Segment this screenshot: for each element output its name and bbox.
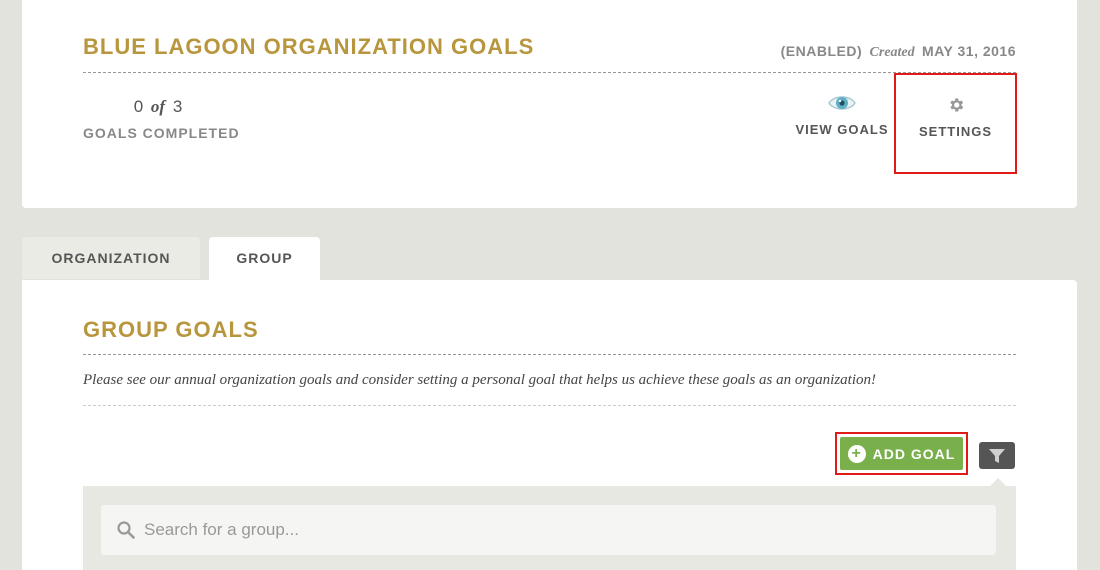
section-description: Please see our annual organization goals… <box>83 372 877 388</box>
goals-completed-label: GOALS COMPLETED <box>83 125 240 141</box>
add-goal-label: ADD GOAL <box>872 445 956 462</box>
divider <box>83 405 1016 406</box>
divider <box>83 354 1016 355</box>
filter-button[interactable] <box>979 442 1015 469</box>
gear-icon <box>949 98 963 112</box>
view-goals-label: VIEW GOALS <box>795 122 889 137</box>
plus-icon: + <box>847 444 866 463</box>
goals-completed-count: 0 of 3 <box>83 97 233 117</box>
total-count: 3 <box>172 97 183 116</box>
add-goal-highlight: + ADD GOAL <box>835 432 968 475</box>
created-meta: (ENABLED) Created MAY 31, 2016 <box>781 43 1016 61</box>
created-date: MAY 31, 2016 <box>922 43 1016 59</box>
search-input[interactable] <box>144 520 944 540</box>
created-label: Created <box>869 45 915 60</box>
add-goal-button[interactable]: + ADD GOAL <box>840 437 963 470</box>
settings-label: SETTINGS <box>918 124 992 139</box>
completed-count: 0 <box>133 97 144 116</box>
settings-button[interactable]: SETTINGS <box>894 73 1017 174</box>
divider <box>83 72 1016 73</box>
status-badge: (ENABLED) <box>780 43 863 59</box>
search-panel <box>83 486 1016 570</box>
filter-icon <box>989 448 1005 463</box>
tab-organization[interactable]: ORGANIZATION <box>22 237 200 279</box>
tab-group[interactable]: GROUP <box>209 237 320 281</box>
of-label: of <box>150 97 166 116</box>
goals-summary-card: BLUE LAGOON ORGANIZATION GOALS (ENABLED)… <box>22 0 1077 208</box>
eye-icon <box>828 96 856 110</box>
group-goals-panel: GROUP GOALS Please see our annual organi… <box>22 280 1077 570</box>
search-box[interactable] <box>101 505 996 555</box>
view-goals-button[interactable]: VIEW GOALS <box>787 93 897 137</box>
search-icon <box>117 521 135 539</box>
section-title: GROUP GOALS <box>83 317 259 342</box>
page-title: BLUE LAGOON ORGANIZATION GOALS <box>83 34 535 59</box>
